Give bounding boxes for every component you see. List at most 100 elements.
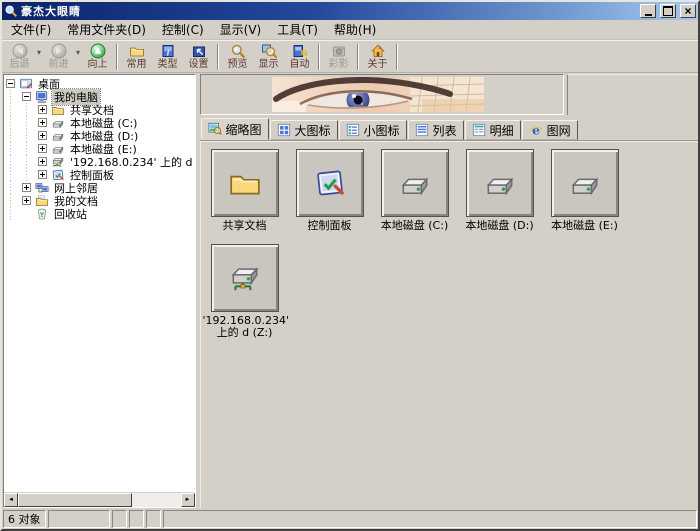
toolbar-button-label: 显示 [259, 59, 279, 70]
scroll-right-arrow-icon[interactable] [181, 493, 195, 507]
tree-collapse-minus-icon[interactable] [22, 92, 31, 101]
status-cell [163, 510, 698, 528]
settings-icon [191, 43, 207, 59]
tree-expand-plus-icon[interactable] [38, 131, 47, 140]
window-title: 豪杰大眼睛 [21, 3, 636, 19]
tree-item-label[interactable]: 回收站 [52, 206, 89, 222]
recycle-bin-icon [35, 207, 49, 221]
up-icon [90, 43, 106, 59]
auto-icon [292, 43, 308, 59]
status-cell [48, 510, 110, 528]
app-magnifier-icon [4, 4, 18, 18]
tree-expand-plus-icon[interactable] [38, 118, 47, 127]
toolbar-button-settings[interactable]: 设置 [183, 42, 214, 71]
tree-indent-guide [20, 168, 36, 181]
dropdown-arrow-icon[interactable] [35, 42, 43, 71]
tab-larges-icon[interactable]: 大图标 [270, 120, 338, 140]
eye-banner-image [272, 77, 484, 112]
menu-item-0[interactable]: 文件(F) [3, 20, 59, 39]
tree-expand-plus-icon[interactable] [38, 144, 47, 153]
toolbar-button-forward[interactable]: 前进 [43, 42, 74, 71]
menu-item-1[interactable]: 常用文件夹(D) [59, 20, 154, 39]
dropdown-arrow-icon[interactable] [74, 42, 82, 71]
thumbnail-view-icon [208, 122, 222, 136]
large-icons-icon [277, 123, 291, 137]
menu-item-3[interactable]: 显示(V) [212, 20, 270, 39]
banner-panel [200, 74, 564, 115]
tree-expand-plus-icon[interactable] [22, 183, 31, 192]
svg-text:e: e [532, 123, 540, 137]
thumbnail-tile[interactable] [466, 149, 534, 217]
tree-collapse-minus-icon[interactable] [6, 79, 15, 88]
menu-item-5[interactable]: 帮助(H) [326, 20, 384, 39]
toolbar-button-auto[interactable]: 自动 [284, 42, 315, 71]
toolbar-button-back[interactable]: 后退 [4, 42, 35, 71]
close-icon[interactable] [680, 4, 696, 18]
toolbar-separator [357, 44, 359, 70]
file-item-0[interactable]: 共享文档 [203, 149, 287, 232]
toolbar-button-about[interactable]: 关于 [362, 42, 393, 71]
toolbar-button-up[interactable]: 向上 [82, 42, 113, 71]
file-item-5[interactable]: '192.168.0.234' 上的 d (Z:) [203, 244, 287, 339]
tree-item-9[interactable]: 我的文档 [4, 194, 195, 207]
thumbnail-tile[interactable] [211, 244, 279, 312]
title-bar[interactable]: 豪杰大眼睛 [2, 2, 698, 20]
file-item-1[interactable]: 控制面板 [288, 149, 372, 232]
tree-item-10[interactable]: 回收站 [4, 207, 195, 220]
tab-list-view[interactable]: 列表 [408, 120, 464, 140]
computer-icon [35, 90, 49, 104]
toolbar-button-label: 类型 [158, 59, 178, 70]
tree-expander-spacer [22, 209, 31, 218]
tree-indent-guide [4, 181, 20, 194]
network-icon [35, 181, 49, 195]
details-view-icon [472, 123, 486, 137]
toolbar-button-color[interactable]: 彩影 [323, 42, 354, 71]
toolbar-button-preview[interactable]: 预览 [222, 42, 253, 71]
network-drive-icon [228, 261, 262, 295]
toolbar-button-type[interactable]: i类型 [152, 42, 183, 71]
thumbnail-tile[interactable] [211, 149, 279, 217]
window-body: 桌面我的电脑共享文档本地磁盘 (C:)本地磁盘 (D:)本地磁盘 (E:)'19… [2, 73, 698, 508]
tree-expand-plus-icon[interactable] [38, 170, 47, 179]
scrollbar-thumb[interactable] [18, 493, 132, 507]
minimize-icon[interactable] [640, 4, 656, 18]
tree-indent-guide [4, 103, 20, 116]
thumbnail-tile[interactable] [381, 149, 449, 217]
toolbar-button-label: 彩影 [329, 59, 349, 70]
file-item-4[interactable]: 本地磁盘 (E:) [543, 149, 627, 232]
thumbnail-tile[interactable] [296, 149, 364, 217]
file-item-label: 共享文档 [223, 220, 267, 232]
network-drive-icon [51, 155, 65, 169]
file-item-3[interactable]: 本地磁盘 (D:) [458, 149, 542, 232]
status-object-count: 6 对象 [3, 510, 46, 528]
toolbar-separator [217, 44, 219, 70]
toolbar-separator [116, 44, 118, 70]
maximize-icon[interactable] [660, 4, 676, 18]
toolbar-button-label: 前进 [49, 59, 69, 70]
scroll-left-arrow-icon[interactable] [4, 493, 18, 507]
menu-item-2[interactable]: 控制(C) [154, 20, 212, 39]
common-folder-icon [129, 43, 145, 59]
tree-expand-plus-icon[interactable] [38, 157, 47, 166]
tree-horizontal-scrollbar[interactable] [4, 492, 195, 507]
menu-item-4[interactable]: 工具(T) [269, 20, 326, 39]
main-pane: 缩略图大图标小图标列表 明细 e图网 共享文档 控制面板本地磁盘 (C:) 本地磁盘 (… [200, 73, 699, 508]
thumbnail-tile[interactable] [551, 149, 619, 217]
tree-expand-plus-icon[interactable] [22, 196, 31, 205]
tree-indent-guide [4, 155, 20, 168]
tab-web-view[interactable]: e图网 [522, 120, 578, 140]
tree-expand-plus-icon[interactable] [38, 105, 47, 114]
file-item-2[interactable]: 本地磁盘 (C:) [373, 149, 457, 232]
toolbar-button-common-folder[interactable]: 常用 [121, 42, 152, 71]
banner-empty-area [567, 74, 699, 115]
tab-label: 明细 [490, 122, 514, 139]
tab-thumbnail-view[interactable]: 缩略图 [201, 118, 269, 140]
tab-smalls-icon[interactable]: 小图标 [339, 120, 407, 140]
toolbar-button-display[interactable]: 显示 [253, 42, 284, 71]
tree-indent-guide [4, 90, 20, 103]
file-item-label: 本地磁盘 (D:) [465, 220, 533, 232]
tree-indent-guide [4, 207, 20, 220]
tree-indent-guide [4, 129, 20, 142]
scrollbar-track[interactable] [132, 493, 181, 507]
tab-details-view[interactable]: 明细 [465, 120, 521, 140]
